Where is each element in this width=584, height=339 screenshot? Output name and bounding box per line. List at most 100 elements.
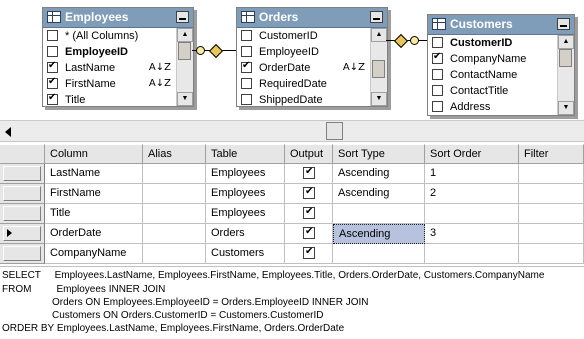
sql-line[interactable]: Customers ON Orders.CustomerID = Custome… <box>2 309 323 323</box>
cell-output[interactable] <box>285 164 333 184</box>
sql-line[interactable]: ORDER BY Employees.LastName, Employees.F… <box>2 322 344 336</box>
column-checkbox[interactable] <box>47 92 58 105</box>
cell-sort-type[interactable]: Ascending <box>333 224 425 244</box>
column-checkbox[interactable] <box>432 51 443 64</box>
column-checkbox[interactable] <box>47 46 58 57</box>
column-header-filter[interactable]: Filter <box>519 144 584 164</box>
cell-alias[interactable] <box>143 204 206 224</box>
row-selector[interactable] <box>0 164 45 184</box>
cell-output[interactable] <box>285 184 333 204</box>
orders-table-window[interactable]: Orders CustomerID EmployeeID OrderDate A↓Z R… <box>236 7 388 107</box>
cell-sort-order[interactable]: 1 <box>425 164 519 184</box>
join-diamond-icon[interactable] <box>208 43 224 59</box>
vertical-scrollbar[interactable]: ▲ ▼ <box>557 35 574 115</box>
table-column-item[interactable]: LastName A↓Z <box>43 60 177 76</box>
column-header-column[interactable]: Column <box>45 144 143 164</box>
cell-sort-order[interactable] <box>425 204 519 224</box>
column-checkbox[interactable] <box>241 60 252 73</box>
column-header-table[interactable]: Table <box>206 144 285 164</box>
cell-table[interactable]: Orders <box>206 224 285 244</box>
output-checkbox[interactable] <box>303 206 315 219</box>
column-checkbox[interactable] <box>432 101 443 112</box>
customers-title-bar[interactable]: Customers <box>428 15 574 35</box>
sql-line[interactable]: SELECT Employees.LastName, Employees.Fir… <box>2 269 544 283</box>
sql-pane[interactable]: SELECT Employees.LastName, Employees.Fir… <box>0 266 584 339</box>
vertical-scrollbar[interactable]: ▲ ▼ <box>370 28 387 106</box>
join-diamond-icon[interactable] <box>393 33 409 49</box>
cell-alias[interactable] <box>143 164 206 184</box>
cell-sort-order[interactable]: 3 <box>425 224 519 244</box>
scroll-down-arrow[interactable]: ▼ <box>558 101 574 115</box>
table-column-item[interactable]: ContactTitle <box>428 83 558 99</box>
employees-table-window[interactable]: Employees * (All Columns) EmployeeID LastN… <box>42 7 194 107</box>
scroll-thumb[interactable] <box>326 122 343 140</box>
column-checkbox[interactable] <box>241 78 252 89</box>
column-checkbox[interactable] <box>432 69 443 80</box>
table-column-item[interactable]: ShippedDate <box>237 92 371 106</box>
cell-table[interactable]: Employees <box>206 184 285 204</box>
cell-filter[interactable] <box>519 224 584 244</box>
table-column-item[interactable]: CustomerID <box>237 28 371 44</box>
column-checkbox[interactable] <box>47 76 58 89</box>
orders-title-bar[interactable]: Orders <box>237 8 387 28</box>
output-checkbox[interactable] <box>303 246 315 259</box>
criteria-grid[interactable]: Column Alias Table Output Sort Type Sort… <box>0 144 584 265</box>
cell-sort-type[interactable] <box>333 244 425 264</box>
cell-column[interactable]: Title <box>45 204 143 224</box>
cell-alias[interactable] <box>143 184 206 204</box>
cell-table[interactable]: Employees <box>206 204 285 224</box>
cell-table[interactable]: Customers <box>206 244 285 264</box>
row-selector[interactable] <box>0 204 45 224</box>
cell-output[interactable] <box>285 244 333 264</box>
scroll-up-arrow[interactable]: ▲ <box>558 35 574 49</box>
sql-line[interactable]: FROM Employees INNER JOIN <box>2 283 165 297</box>
cell-sort-type[interactable]: Ascending <box>333 184 425 204</box>
row-selector[interactable] <box>0 244 45 264</box>
cell-column[interactable]: CompanyName <box>45 244 143 264</box>
output-checkbox[interactable] <box>303 166 315 179</box>
cell-alias[interactable] <box>143 244 206 264</box>
cell-output[interactable] <box>285 224 333 244</box>
cell-filter[interactable] <box>519 244 584 264</box>
scroll-thumb[interactable] <box>559 49 572 67</box>
horizontal-scrollbar[interactable] <box>0 120 584 142</box>
minimize-button[interactable] <box>557 18 570 30</box>
cell-output[interactable] <box>285 204 333 224</box>
scroll-thumb[interactable] <box>178 42 191 60</box>
column-checkbox[interactable] <box>241 94 252 105</box>
column-header-alias[interactable]: Alias <box>143 144 206 164</box>
scroll-up-arrow[interactable]: ▲ <box>371 28 387 42</box>
column-header-sort-type[interactable]: Sort Type <box>333 144 425 164</box>
scroll-up-arrow[interactable]: ▲ <box>177 28 193 42</box>
column-header-output[interactable]: Output <box>285 144 333 164</box>
column-checkbox[interactable] <box>47 60 58 73</box>
column-checkbox[interactable] <box>241 30 252 41</box>
cell-alias[interactable] <box>143 224 206 244</box>
table-column-item[interactable]: CompanyName <box>428 51 558 67</box>
vertical-scrollbar[interactable]: ▲ ▼ <box>176 28 193 106</box>
table-column-item[interactable]: EmployeeID <box>43 44 177 60</box>
cell-column[interactable]: LastName <box>45 164 143 184</box>
cell-column[interactable]: OrderDate <box>45 224 143 244</box>
table-column-item[interactable]: * (All Columns) <box>43 28 177 44</box>
cell-sort-order[interactable]: 2 <box>425 184 519 204</box>
table-column-item[interactable]: RequiredDate <box>237 76 371 92</box>
column-checkbox[interactable] <box>432 85 443 96</box>
column-header-sort-order[interactable]: Sort Order <box>425 144 519 164</box>
table-column-item[interactable]: OrderDate A↓Z <box>237 60 371 76</box>
scroll-down-arrow[interactable]: ▼ <box>371 92 387 106</box>
output-checkbox[interactable] <box>303 226 315 239</box>
table-column-item[interactable]: CustomerID <box>428 35 558 51</box>
sql-line[interactable]: Orders ON Employees.EmployeeID = Orders.… <box>2 296 369 310</box>
row-selector[interactable] <box>0 184 45 204</box>
cell-filter[interactable] <box>519 204 584 224</box>
cell-sort-order[interactable] <box>425 244 519 264</box>
cell-sort-type[interactable] <box>333 204 425 224</box>
table-column-item[interactable]: ContactName <box>428 67 558 83</box>
column-checkbox[interactable] <box>47 30 58 41</box>
table-column-item[interactable]: FirstName A↓Z <box>43 76 177 92</box>
cell-filter[interactable] <box>519 184 584 204</box>
cell-filter[interactable] <box>519 164 584 184</box>
table-column-item[interactable]: EmployeeID <box>237 44 371 60</box>
scroll-thumb[interactable] <box>372 60 385 78</box>
